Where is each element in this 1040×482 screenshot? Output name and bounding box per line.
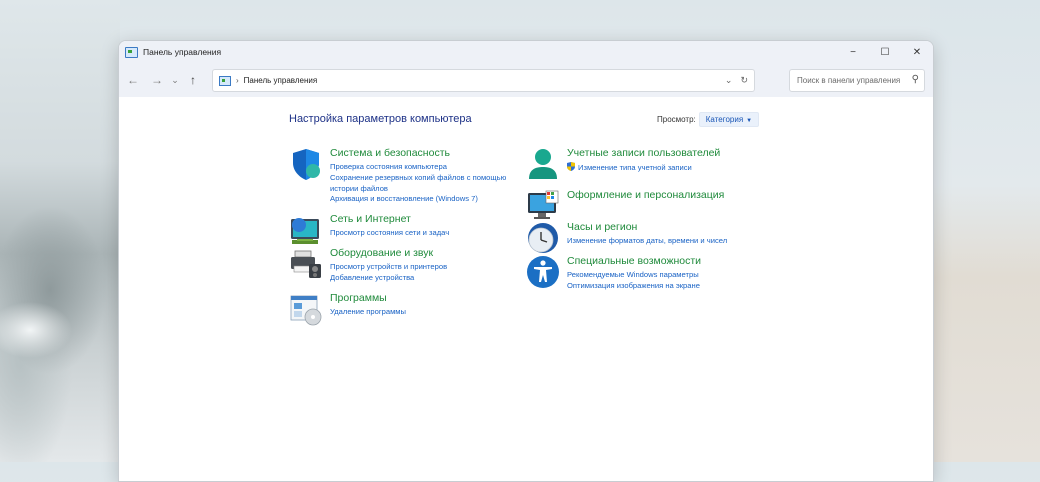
- category-title-hardware-sound[interactable]: Оборудование и звук: [330, 247, 433, 259]
- category-title-appearance-personalization[interactable]: Оформление и персонализация: [567, 189, 724, 201]
- link-change-account-type[interactable]: Изменение типа учетной записи: [567, 162, 692, 174]
- shield-icon[interactable]: [289, 147, 323, 181]
- minimize-button[interactable]: −: [837, 41, 869, 63]
- link-devices-printers[interactable]: Просмотр устройств и принтеров: [330, 262, 447, 273]
- control-panel-icon: [125, 46, 138, 58]
- refresh-icon[interactable]: ↻: [740, 75, 748, 86]
- category-title-programs[interactable]: Программы: [330, 292, 387, 304]
- category-title-user-accounts[interactable]: Учетные записи пользователей: [567, 147, 720, 159]
- link-optimize-display[interactable]: Оптимизация изображения на экране: [567, 281, 700, 292]
- up-button[interactable]: ↑: [183, 70, 203, 90]
- printer-icon[interactable]: [289, 247, 323, 281]
- maximize-button[interactable]: ☐: [869, 41, 901, 63]
- programs-icon[interactable]: [289, 292, 323, 326]
- window-controls: − ☐ ✕: [837, 41, 933, 63]
- link-recommended-windows-settings[interactable]: Рекомендуемые Windows параметры: [567, 270, 700, 281]
- uac-shield-icon: [567, 162, 575, 171]
- accessibility-icon[interactable]: [526, 255, 560, 289]
- link-backup-restore-win7[interactable]: Архивация и восстановление (Windows 7): [330, 194, 506, 205]
- network-icon[interactable]: [289, 213, 323, 247]
- search-icon[interactable]: ⚲: [912, 74, 919, 85]
- category-title-clock-region[interactable]: Часы и регион: [567, 221, 637, 233]
- view-value: Категория: [705, 115, 744, 124]
- view-dropdown[interactable]: Категория ▼: [698, 112, 760, 127]
- link-change-date-formats[interactable]: Изменение форматов даты, времени и чисел: [567, 236, 727, 247]
- recent-locations-button[interactable]: ⌄: [167, 70, 183, 90]
- control-panel-window: Панель управления − ☐ ✕ ← → ⌄ ↑ › Панель…: [118, 40, 934, 482]
- link-file-history-backup[interactable]: Сохранение резервных копий файлов с помо…: [330, 173, 506, 184]
- clock-icon[interactable]: [526, 221, 560, 255]
- category-title-ease-of-access[interactable]: Специальные возможности: [567, 255, 701, 267]
- page-title: Настройка параметров компьютера: [289, 113, 472, 125]
- address-dropdown-icon[interactable]: ⌄: [725, 75, 733, 86]
- navigation-bar: ← → ⌄ ↑ › Панель управления ⌄ ↻ ⚲: [119, 63, 933, 97]
- link-change-account-type-text: Изменение типа учетной записи: [578, 163, 692, 172]
- back-button[interactable]: ←: [123, 70, 143, 90]
- view-label: Просмотр:: [657, 115, 696, 124]
- main-content: Настройка параметров компьютера Просмотр…: [119, 97, 933, 481]
- search-box[interactable]: ⚲: [789, 69, 925, 92]
- breadcrumb-separator: ›: [236, 76, 239, 85]
- category-title-system-security[interactable]: Система и безопасность: [330, 147, 450, 159]
- title-bar[interactable]: Панель управления − ☐ ✕: [119, 41, 933, 63]
- link-add-device[interactable]: Добавление устройства: [330, 273, 447, 284]
- forward-button[interactable]: →: [147, 70, 167, 90]
- close-button[interactable]: ✕: [901, 41, 933, 63]
- monitor-icon[interactable]: [526, 189, 560, 223]
- address-bar[interactable]: › Панель управления ⌄ ↻: [212, 69, 755, 92]
- user-icon[interactable]: [526, 147, 560, 181]
- category-title-network-internet[interactable]: Сеть и Интернет: [330, 213, 411, 225]
- desktop-wallpaper-right: [930, 0, 1040, 462]
- link-check-computer-status[interactable]: Проверка состояния компьютера: [330, 162, 506, 173]
- link-network-status[interactable]: Просмотр состояния сети и задач: [330, 228, 449, 239]
- view-selector: Просмотр: Категория ▼: [657, 112, 760, 127]
- control-panel-icon: [219, 75, 231, 86]
- link-uninstall-program[interactable]: Удаление программы: [330, 307, 406, 318]
- caret-down-icon: ▼: [746, 118, 753, 124]
- window-title: Панель управления: [143, 47, 222, 57]
- search-input[interactable]: [795, 75, 909, 86]
- link-file-history-backup-cont[interactable]: истории файлов: [330, 184, 506, 195]
- desktop-wallpaper-left: [0, 0, 120, 462]
- breadcrumb-control-panel[interactable]: Панель управления: [244, 76, 318, 85]
